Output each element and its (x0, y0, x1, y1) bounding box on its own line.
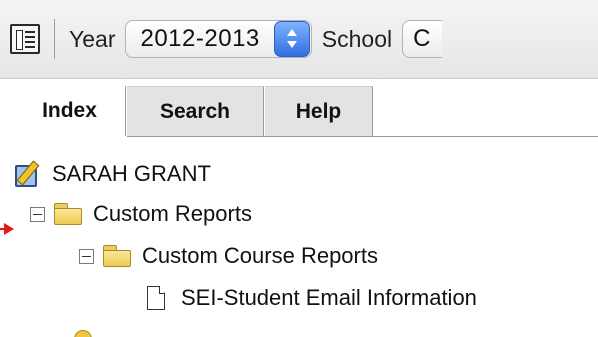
school-label: School (321, 25, 393, 52)
school-value: C (413, 25, 431, 52)
tree-item-label: Custom Reports (93, 201, 252, 226)
tab-search[interactable]: Search (127, 86, 264, 136)
toolbar: Year 2012-2013 School C (0, 0, 598, 79)
tree-item-custom-course-reports[interactable]: Custom Course Reports (79, 238, 378, 274)
toolbar-divider (54, 19, 55, 59)
year-value: 2012-2013 (140, 25, 260, 52)
tab-index[interactable]: Index (14, 86, 126, 136)
folder-icon (102, 244, 132, 268)
folder-icon (53, 202, 83, 226)
side-panel-toggle-icon[interactable] (10, 24, 40, 54)
edit-profile-icon (14, 159, 44, 189)
tree-item-label: SARAH GRANT (52, 161, 211, 186)
year-select[interactable]: 2012-2013 (125, 20, 312, 58)
tab-help[interactable]: Help (265, 86, 373, 136)
collapse-toggle-icon[interactable] (30, 206, 45, 222)
partial-item-icon (74, 330, 92, 337)
tree-item-partially-visible (64, 302, 264, 337)
tree-item-root[interactable]: SARAH GRANT (14, 156, 211, 192)
tree-item-custom-reports[interactable]: Custom Reports (30, 196, 252, 232)
tree-item-label: Custom Course Reports (142, 243, 378, 268)
year-label: Year (69, 25, 116, 52)
school-select[interactable]: C (402, 20, 443, 58)
tab-baseline (127, 136, 598, 137)
collapse-toggle-icon[interactable] (79, 248, 94, 264)
tab-bar: Index Search Help (0, 86, 598, 136)
year-stepper-icon[interactable] (273, 21, 310, 57)
